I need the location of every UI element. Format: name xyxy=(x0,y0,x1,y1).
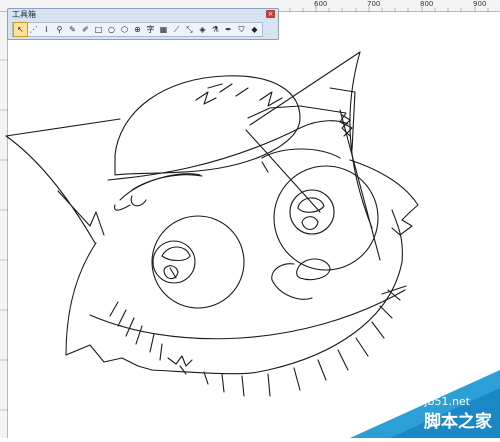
text-tool-icon[interactable]: 字 xyxy=(144,23,157,36)
toolbox-panel[interactable]: 工具箱 × ↖ ⋰ ⌇ ⚲ ✎ ✐ □ ○ ⬡ ⊕ 字 ▦ ⟋ ⤡ ◈ ⚗ ✒ ⛉ ◆ xyxy=(7,8,279,40)
interactive-fill-tool-icon[interactable]: ◆ xyxy=(248,23,261,36)
watermark: jb51.net 脚本之家 xyxy=(350,370,500,438)
face-outline xyxy=(65,209,403,375)
mouth xyxy=(89,289,406,340)
left-eye xyxy=(151,215,245,309)
outline-tool-icon[interactable]: ✒ xyxy=(222,23,235,36)
hat xyxy=(114,75,301,176)
pick-tool-icon[interactable]: ↖ xyxy=(13,22,28,37)
blend-tool-icon[interactable]: ◈ xyxy=(196,23,209,36)
toolbox-title: 工具箱 xyxy=(12,10,36,19)
ellipse-tool-icon[interactable]: ○ xyxy=(105,23,118,36)
left-brow xyxy=(130,174,203,207)
polygon-tool-icon[interactable]: ⬡ xyxy=(118,23,131,36)
eyedropper-tool-icon[interactable]: ⚗ xyxy=(209,23,222,36)
shape-tool-icon[interactable]: ⋰ xyxy=(27,23,40,36)
connector-tool-icon[interactable]: ⤡ xyxy=(183,23,196,36)
zoom-tool-icon[interactable]: ⚲ xyxy=(53,23,66,36)
rectangle-tool-icon[interactable]: □ xyxy=(92,23,105,36)
cat-outline-drawing xyxy=(5,51,419,397)
freehand-tool-icon[interactable]: ✎ xyxy=(66,23,79,36)
left-ear xyxy=(5,118,121,244)
smart-drawing-tool-icon[interactable]: ✐ xyxy=(79,23,92,36)
dimension-tool-icon[interactable]: ⟋ xyxy=(170,23,183,36)
watermark-name: 脚本之家 xyxy=(424,412,492,432)
basic-shapes-tool-icon[interactable]: ⊕ xyxy=(131,23,144,36)
close-icon[interactable]: × xyxy=(266,10,275,18)
table-tool-icon[interactable]: ▦ xyxy=(157,23,170,36)
tool-row: ↖ ⋰ ⌇ ⚲ ✎ ✐ □ ○ ⬡ ⊕ 字 ▦ ⟋ ⤡ ◈ ⚗ ✒ ⛉ ◆ xyxy=(12,22,263,37)
nose xyxy=(296,258,331,281)
smart-fill-tool-icon[interactable]: ⌇ xyxy=(40,23,53,36)
right-cheek-fur xyxy=(349,159,419,236)
fill-tool-icon[interactable]: ⛉ xyxy=(235,23,248,36)
right-eye xyxy=(273,165,379,271)
